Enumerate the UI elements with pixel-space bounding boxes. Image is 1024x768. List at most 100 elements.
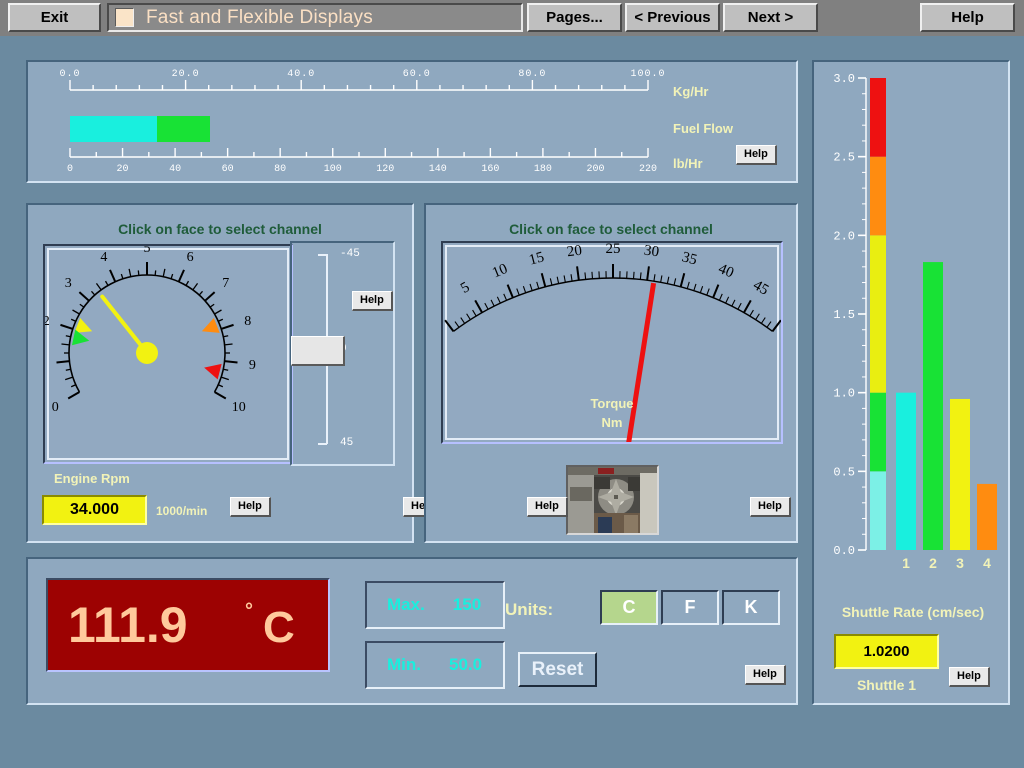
svg-text:1: 1 [902, 555, 910, 571]
help-button-slider[interactable]: Help [352, 291, 393, 311]
svg-text:4: 4 [100, 250, 107, 265]
slider-label-max: -45 [340, 248, 360, 260]
next-button[interactable]: Next > [723, 3, 818, 32]
page-title: Fast and Flexible Displays [146, 6, 373, 28]
svg-text:60: 60 [222, 164, 234, 175]
page-title-field[interactable]: Fast and Flexible Displays [107, 3, 523, 32]
chart-x-axis-label: Shuttle Rate (cm/sec) [841, 604, 985, 620]
svg-text:180: 180 [534, 164, 552, 175]
max-readout: Max. 150 [365, 581, 505, 629]
help-button-torque-left[interactable]: Help [527, 497, 568, 517]
degree-symbol: ° [245, 600, 253, 622]
shuttle-value[interactable]: 1.0200 [834, 634, 939, 669]
torque-meter-face[interactable]: 05101520253035404550 Torque Nm [441, 241, 783, 444]
svg-text:3: 3 [65, 276, 72, 291]
previous-button[interactable]: < Previous [625, 3, 720, 32]
slider-label-min: 45 [340, 437, 354, 449]
fuel-flow-label: Fuel Flow [673, 121, 733, 136]
fuel-flow-bargraph [70, 116, 648, 142]
shuttle-rate-chart-graphic: 0.0 0.5 1.0 1.5 2.0 2.5 3.0 1 2 3 4 [833, 72, 997, 571]
torque-prompt: Click on face to select channel [509, 221, 713, 237]
svg-text:15: 15 [527, 249, 546, 268]
min-value: 50.0 [449, 655, 483, 674]
svg-text:20: 20 [566, 243, 583, 260]
units-label: Units: [505, 600, 554, 619]
help-button-fuel[interactable]: Help [736, 145, 777, 165]
svg-text:40.0: 40.0 [287, 69, 315, 80]
fuel-units-kghr: Kg/Hr [673, 84, 709, 99]
svg-text:120: 120 [376, 164, 394, 175]
min-label: Min. [387, 655, 421, 674]
svg-text:30: 30 [643, 243, 660, 260]
svg-text:80.0: 80.0 [518, 69, 546, 80]
unit-button-c[interactable]: C [600, 590, 658, 625]
svg-text:1.0: 1.0 [833, 387, 855, 401]
svg-text:2: 2 [45, 314, 50, 329]
max-value: 150 [452, 595, 482, 614]
engine-rpm-dial-graphic: 012345678910 [45, 246, 256, 415]
svg-text:5: 5 [144, 246, 151, 256]
fuel-units-lbhr: lb/Hr [673, 156, 703, 171]
engine-photo-thumbnail[interactable] [566, 465, 659, 535]
svg-text:0.0: 0.0 [59, 69, 80, 80]
svg-text:0: 0 [52, 400, 59, 415]
svg-text:3: 3 [956, 555, 964, 571]
svg-text:6: 6 [187, 250, 194, 265]
svg-text:80: 80 [274, 164, 286, 175]
svg-text:100.0: 100.0 [630, 69, 665, 80]
svg-text:10: 10 [490, 261, 510, 281]
temperature-value: 111.9 [68, 597, 188, 653]
shuttle-label: Shuttle 1 [856, 677, 917, 693]
engine-photo-image [568, 467, 657, 533]
svg-text:100: 100 [324, 164, 342, 175]
svg-text:2.0: 2.0 [833, 229, 855, 243]
svg-text:9: 9 [249, 358, 256, 373]
svg-text:10: 10 [232, 400, 246, 415]
svg-text:25: 25 [606, 243, 621, 257]
fuel-flow-panel: 0.0 20.0 40.0 60.0 80.0 100.0 0 20 40 60 80 100 120 1… [26, 60, 798, 183]
svg-text:140: 140 [429, 164, 447, 175]
help-button-shuttle[interactable]: Help [949, 667, 990, 687]
svg-text:45: 45 [750, 277, 771, 298]
svg-text:2: 2 [929, 555, 937, 571]
help-button-top[interactable]: Help [920, 3, 1015, 32]
torque-channel-label: Torque [590, 396, 634, 411]
pages-button[interactable]: Pages... [527, 3, 622, 32]
engine-rpm-dial-face[interactable]: 012345678910 [43, 244, 293, 464]
svg-text:0.0: 0.0 [833, 544, 855, 558]
svg-text:4: 4 [983, 555, 991, 571]
reset-button[interactable]: Reset [518, 652, 597, 687]
max-label: Max. [387, 595, 425, 614]
svg-text:35: 35 [680, 249, 699, 268]
unit-button-k[interactable]: K [722, 590, 780, 625]
slider-thumb[interactable] [291, 336, 345, 366]
svg-text:60.0: 60.0 [403, 69, 431, 80]
slider-tick-bottom [318, 443, 327, 445]
fuel-bar-segment-green [156, 116, 210, 142]
svg-text:0: 0 [67, 164, 73, 175]
exit-button[interactable]: Exit [8, 3, 101, 32]
svg-text:7: 7 [222, 276, 229, 291]
svg-text:220: 220 [639, 164, 657, 175]
unit-button-f[interactable]: F [661, 590, 719, 625]
slider-tick-top [318, 254, 327, 256]
svg-text:20.0: 20.0 [172, 69, 200, 80]
torque-meter-graphic: 05101520253035404550 [444, 243, 781, 442]
shuttle-rate-panel: 0.0 0.5 1.0 1.5 2.0 2.5 3.0 1 2 3 4 Shuttle Rate (… [812, 60, 1010, 705]
shuttle-rate-chart: 0.0 0.5 1.0 1.5 2.0 2.5 3.0 1 2 3 4 [832, 68, 1002, 578]
temperature-panel: 111.9 ° C Max. 150 Min. 50.0 [26, 557, 798, 705]
svg-text:3.0: 3.0 [833, 72, 855, 86]
svg-text:40: 40 [169, 164, 181, 175]
dial-prompt: Click on face to select channel [118, 221, 322, 237]
title-color-swatch [115, 8, 134, 27]
fuel-bar-segment-cyan [70, 116, 157, 142]
min-readout: Min. 50.0 [365, 641, 505, 689]
svg-text:160: 160 [481, 164, 499, 175]
help-button-temperature[interactable]: Help [745, 665, 786, 685]
svg-text:40: 40 [716, 261, 736, 281]
help-button-rpm[interactable]: Help [230, 497, 271, 517]
svg-text:1.5: 1.5 [833, 308, 855, 322]
help-button-torque-right[interactable]: Help [750, 497, 791, 517]
engine-rpm-value[interactable]: 34.000 [42, 495, 147, 525]
torque-units-label: Nm [601, 415, 623, 430]
